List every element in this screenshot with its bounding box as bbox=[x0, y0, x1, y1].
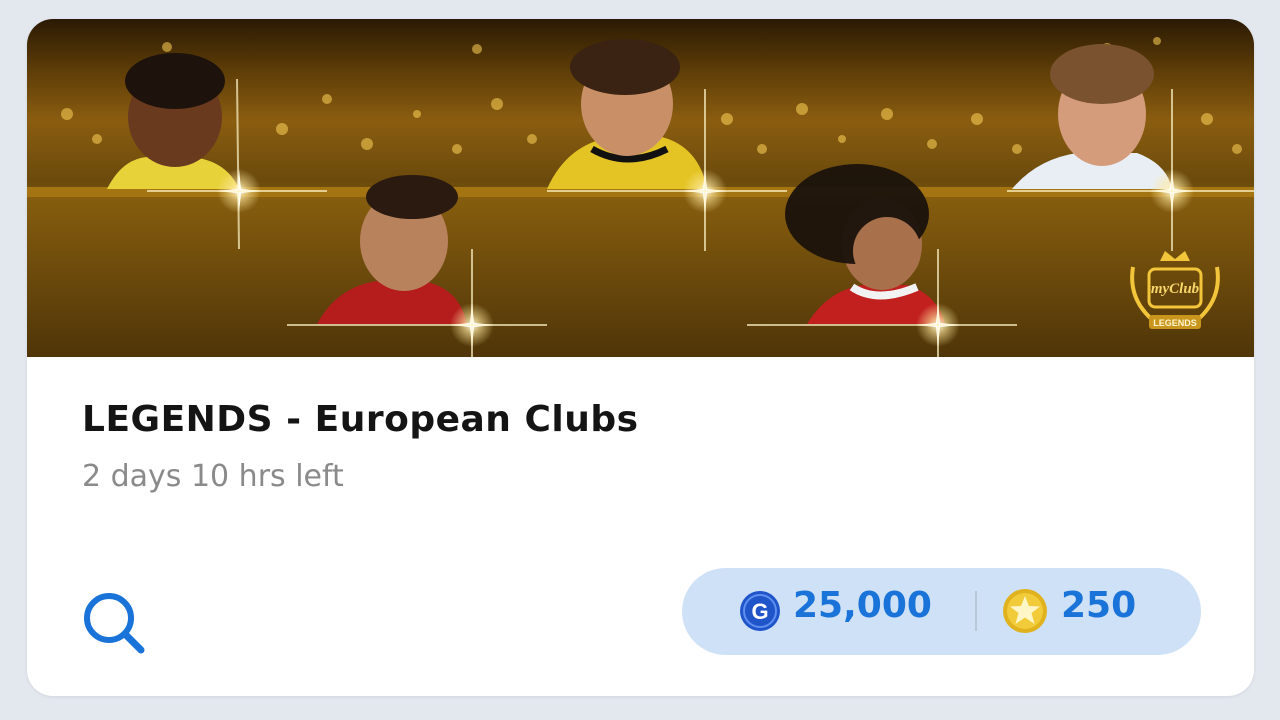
time-left-label: 2 days 10 hrs left bbox=[82, 459, 344, 494]
pack-title: LEGENDS - European Clubs bbox=[82, 399, 639, 440]
svg-text:myClub: myClub bbox=[1151, 281, 1200, 297]
price-button[interactable]: G 25,000 250 bbox=[682, 568, 1201, 655]
player-portrait-1 bbox=[107, 53, 239, 189]
star-coin-icon bbox=[1003, 589, 1047, 633]
gp-coin-icon: G bbox=[740, 591, 780, 631]
coin-price: 250 bbox=[1061, 585, 1137, 626]
search-button[interactable] bbox=[77, 589, 167, 659]
svg-text:LEGENDS: LEGENDS bbox=[1153, 318, 1197, 328]
banner-artwork: myClub LEGENDS bbox=[27, 37, 1254, 357]
gp-price: 25,000 bbox=[793, 585, 932, 626]
player-portrait-5 bbox=[1012, 44, 1172, 189]
price-divider bbox=[975, 591, 977, 631]
pack-banner[interactable]: myClub LEGENDS bbox=[27, 19, 1254, 357]
pack-card[interactable]: myClub LEGENDS LEGENDS - European Clubs … bbox=[27, 19, 1254, 696]
player-portrait-3 bbox=[547, 39, 707, 189]
search-icon bbox=[84, 593, 145, 654]
svg-text:G: G bbox=[751, 599, 768, 624]
pitch bbox=[27, 187, 1254, 357]
